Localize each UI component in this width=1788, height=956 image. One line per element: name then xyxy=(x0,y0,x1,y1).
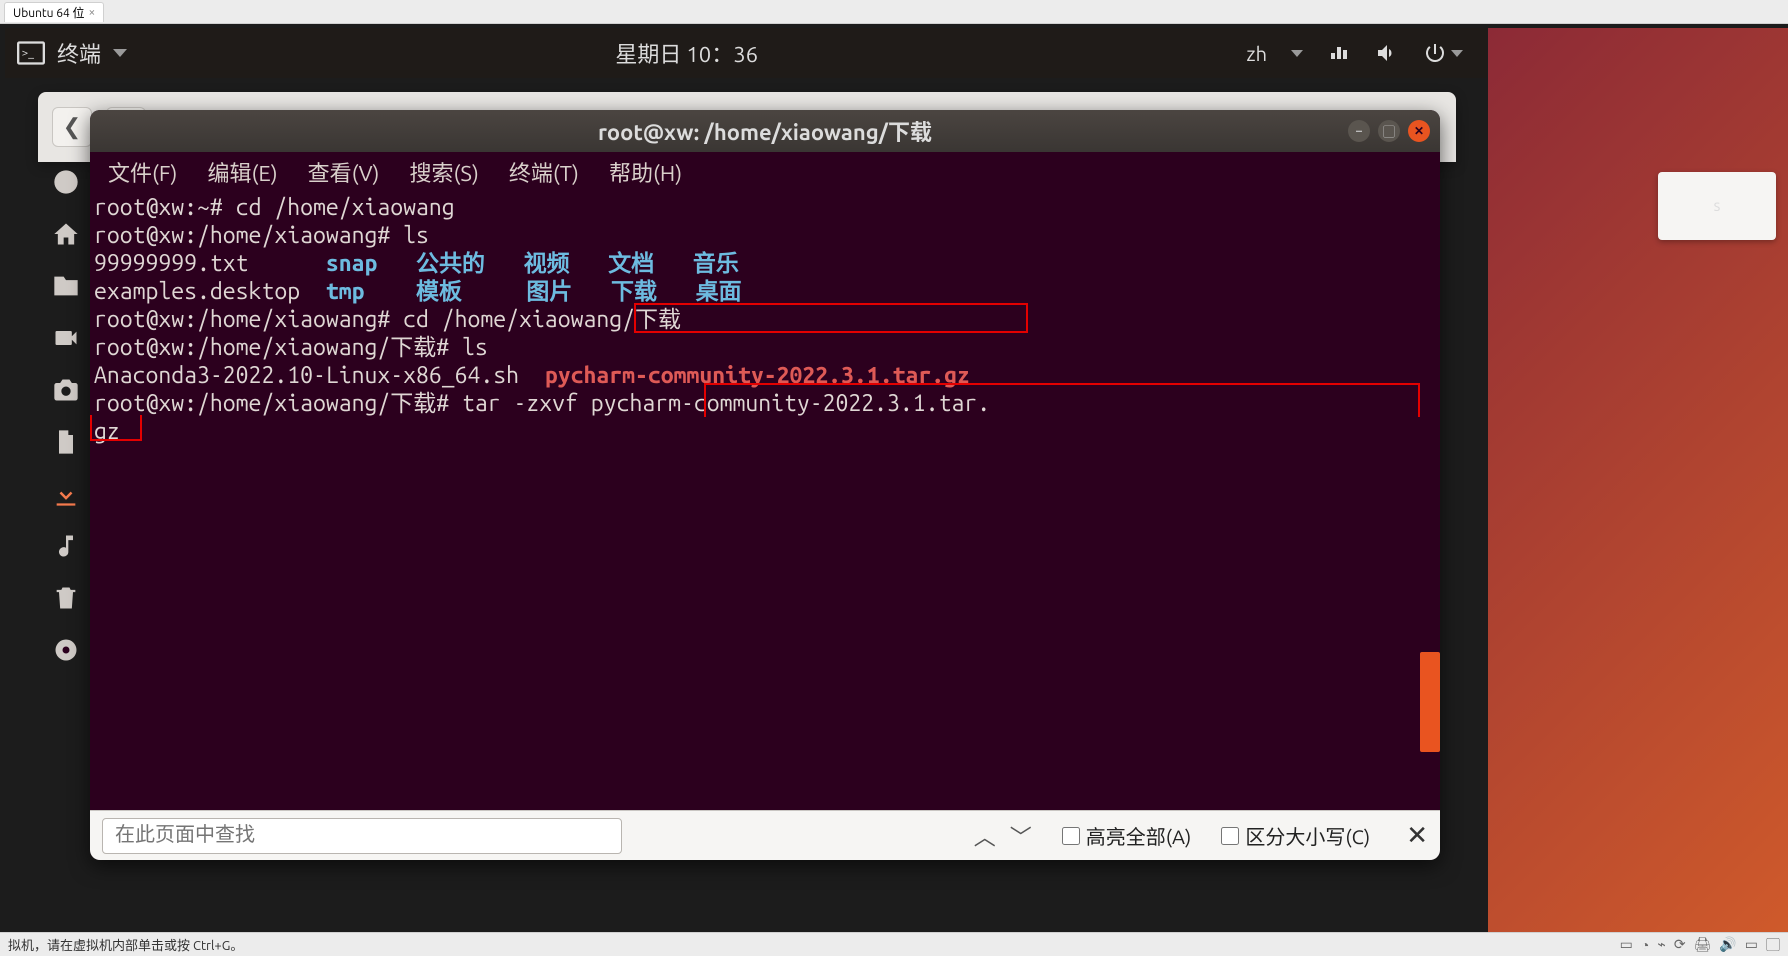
prompt: root@xw:/home/xiaowang# xyxy=(94,307,390,332)
host-tabs: Ubuntu 64 位 × xyxy=(0,0,1788,24)
downloads-icon[interactable] xyxy=(50,478,82,510)
host-status-text: 拟机，请在虚拟机内部单击或按 Ctrl+G。 xyxy=(8,935,243,954)
chevron-down-icon xyxy=(1451,50,1463,57)
host-tray-icons: ▭ ◔ ⌁ ⟳ 🖨 🔊 ▭ ▢ xyxy=(1620,935,1780,955)
tray-icon[interactable]: 🖨 xyxy=(1694,936,1712,953)
ls-dir: snap xyxy=(326,251,378,276)
find-prev-button[interactable]: ︿ xyxy=(974,820,996,852)
gnome-top-panel: >_ 终端 星期日 10：36 zh xyxy=(5,28,1487,78)
vm-screen: >_ 终端 星期日 10：36 zh ❮ ❯ s xyxy=(0,24,1788,932)
tray-icon[interactable]: 🔊 xyxy=(1719,936,1736,953)
menu-help[interactable]: 帮助(H) xyxy=(609,156,682,188)
camera-icon[interactable] xyxy=(50,374,82,406)
power-icon[interactable] xyxy=(1423,41,1447,65)
desktop-wallpaper xyxy=(1488,28,1788,932)
cmd-text: tar -zxvf pycharm-community-2022.3.1.tar… xyxy=(449,391,990,416)
terminal-title: root@xw: /home/xiaowang/下载 xyxy=(598,115,932,147)
terminal-titlebar[interactable]: root@xw: /home/xiaowang/下载 – ▢ ✕ xyxy=(90,110,1440,152)
match-case-label: 区分大小写(C) xyxy=(1245,821,1370,850)
tray-icon[interactable]: ⌁ xyxy=(1657,936,1665,953)
find-next-button[interactable]: ﹀ xyxy=(1010,820,1032,852)
input-method-indicator[interactable]: zh xyxy=(1246,42,1267,65)
panel-app-label: 终端 xyxy=(57,37,101,69)
find-bar: ︿ ﹀ 高亮全部(A) 区分大小写(C) ✕ xyxy=(90,810,1440,860)
close-find-button[interactable]: ✕ xyxy=(1406,820,1428,851)
svg-text:>_: >_ xyxy=(22,47,35,60)
recent-icon[interactable] xyxy=(50,166,82,198)
folder-icon[interactable] xyxy=(50,270,82,302)
prompt: root@xw:/home/xiaowang/下载# xyxy=(94,391,449,416)
cmd-text: cd /home/xiaowang/下载 xyxy=(390,307,681,332)
window-controls: – ▢ ✕ xyxy=(1348,120,1430,142)
close-button[interactable]: ✕ xyxy=(1408,120,1430,142)
terminal-window: root@xw: /home/xiaowang/下载 – ▢ ✕ 文件(F) 编… xyxy=(90,110,1440,860)
menu-view[interactable]: 查看(V) xyxy=(308,156,380,188)
maximize-button[interactable]: ▢ xyxy=(1378,120,1400,142)
menu-file[interactable]: 文件(F) xyxy=(108,156,177,188)
panel-system-area[interactable]: zh xyxy=(1246,41,1487,65)
folder-peek: s xyxy=(1658,172,1776,240)
folder-peek-label: s xyxy=(1714,197,1721,215)
ls-file: 99999999.txt xyxy=(94,251,326,276)
ls-file: examples.desktop xyxy=(94,279,326,304)
home-icon[interactable] xyxy=(50,218,82,250)
highlight-all-input[interactable] xyxy=(1062,827,1080,845)
menu-edit[interactable]: 编辑(E) xyxy=(207,156,277,188)
chevron-down-icon xyxy=(1291,50,1303,57)
ls-dir: tmp xyxy=(326,279,365,304)
document-icon[interactable] xyxy=(50,426,82,458)
menu-search[interactable]: 搜索(S) xyxy=(409,156,478,188)
vm-tab[interactable]: Ubuntu 64 位 × xyxy=(4,2,104,22)
network-icon[interactable] xyxy=(1327,41,1351,65)
back-button[interactable]: ❮ xyxy=(52,107,92,147)
tray-icon[interactable]: ▭ xyxy=(1745,936,1758,953)
volume-icon[interactable] xyxy=(1375,41,1399,65)
prompt: root@xw:~# xyxy=(94,195,223,220)
music-icon[interactable] xyxy=(50,530,82,562)
ls-dir: 公共的 视频 文档 音乐 xyxy=(377,251,739,276)
cmd-text: cd /home/xiaowang xyxy=(223,195,455,220)
terminal-body[interactable]: root@xw:~# cd /home/xiaowang root@xw:/ho… xyxy=(90,192,1440,810)
highlight-all-label: 高亮全部(A) xyxy=(1086,821,1192,850)
chevron-down-icon xyxy=(113,49,127,57)
disc-icon[interactable] xyxy=(50,634,82,666)
ls-archive: pycharm-community-2022.3.1.tar.gz xyxy=(545,363,970,388)
cmd-text: gz xyxy=(94,419,120,444)
video-icon[interactable] xyxy=(50,322,82,354)
host-status-bar: 拟机，请在虚拟机内部单击或按 Ctrl+G。 ▭ ◔ ⌁ ⟳ 🖨 🔊 ▭ ▢ xyxy=(0,932,1788,956)
tray-icon[interactable]: ◔ xyxy=(1641,937,1649,953)
side-launcher xyxy=(38,158,94,666)
ls-dir: 模板 图片 下载 桌面 xyxy=(364,279,741,304)
panel-clock[interactable]: 星期日 10：36 xyxy=(127,37,1246,69)
find-input[interactable] xyxy=(102,818,622,854)
scrollbar-thumb[interactable] xyxy=(1420,652,1440,752)
match-case-checkbox[interactable]: 区分大小写(C) xyxy=(1221,821,1370,850)
tray-icon[interactable]: ▭ xyxy=(1620,936,1633,953)
tray-icon[interactable]: ▢ xyxy=(1766,935,1780,955)
match-case-input[interactable] xyxy=(1221,827,1239,845)
vm-tab-label: Ubuntu 64 位 xyxy=(13,4,85,21)
close-icon[interactable]: × xyxy=(89,6,96,19)
panel-app-menu[interactable]: >_ 终端 xyxy=(5,37,127,69)
annotation-box xyxy=(634,303,1028,333)
cmd-text: ls xyxy=(390,223,429,248)
ls-file: Anaconda3-2022.10-Linux-x86_64.sh xyxy=(94,363,545,388)
minimize-button[interactable]: – xyxy=(1348,120,1370,142)
menu-terminal[interactable]: 终端(T) xyxy=(509,156,579,188)
trash-icon[interactable] xyxy=(50,582,82,614)
highlight-all-checkbox[interactable]: 高亮全部(A) xyxy=(1062,821,1192,850)
tray-icon[interactable]: ⟳ xyxy=(1674,936,1686,953)
prompt: root@xw:/home/xiaowang/下载# xyxy=(94,335,449,360)
cmd-text: ls xyxy=(449,335,488,360)
terminal-menubar: 文件(F) 编辑(E) 查看(V) 搜索(S) 终端(T) 帮助(H) xyxy=(90,152,1440,192)
terminal-app-icon: >_ xyxy=(17,41,45,65)
prompt: root@xw:/home/xiaowang# xyxy=(94,223,390,248)
